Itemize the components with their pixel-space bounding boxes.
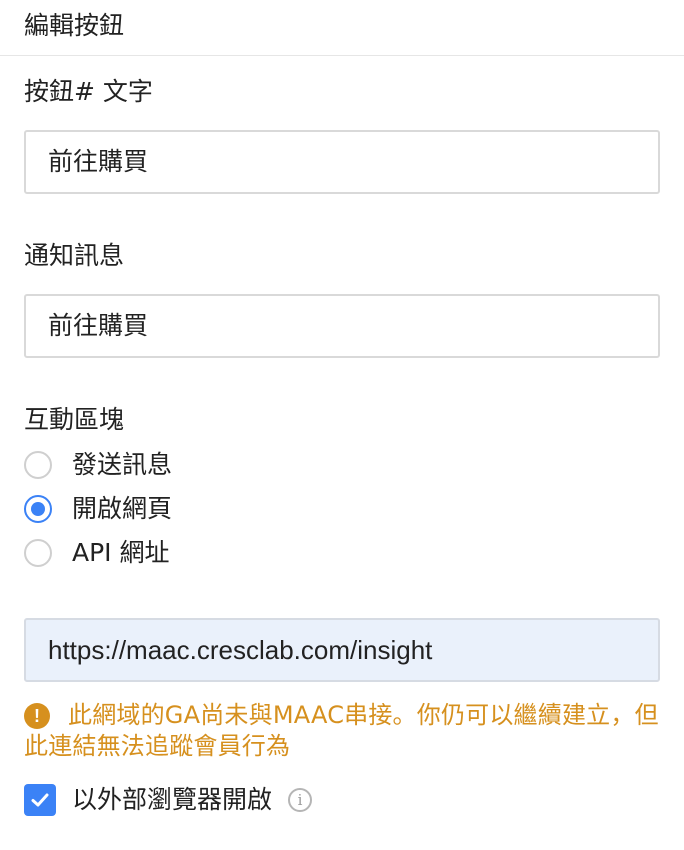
- radio-label: 開啟網頁: [72, 494, 173, 523]
- panel-title: 編輯按鈕: [24, 11, 125, 40]
- button-text-input[interactable]: 前往購買: [24, 130, 660, 194]
- info-icon[interactable]: i: [288, 788, 313, 812]
- radio-option-send-message[interactable]: 發送訊息: [24, 448, 172, 482]
- radio-label: 發送訊息: [72, 450, 173, 479]
- external-browser-label: 以外部瀏覽器開啟: [72, 785, 273, 814]
- exclamation-circle-icon: !: [24, 703, 50, 729]
- url-input[interactable]: https://maac.cresclab.com/insight: [24, 618, 660, 682]
- checkmark-icon: [31, 793, 49, 807]
- radio-button-selected[interactable]: [24, 495, 52, 523]
- panel-header: 編輯按鈕: [0, 0, 684, 56]
- radio-button[interactable]: [24, 451, 52, 479]
- ga-warning-message: ! 此網域的GA尚未與MAAC串接。你仍可以繼續建立，但此連結無法追蹤會員行為: [24, 700, 660, 762]
- button-text-label: 按鈕# 文字: [24, 77, 153, 106]
- notification-label: 通知訊息: [24, 241, 125, 270]
- radio-label: API 網址: [72, 538, 170, 567]
- radio-option-api-url[interactable]: API 網址: [24, 536, 170, 570]
- interaction-label: 互動區塊: [24, 405, 125, 434]
- warning-text: 此網域的GA尚未與MAAC串接。你仍可以繼續建立，但此連結無法追蹤會員行為: [24, 701, 659, 760]
- external-browser-option[interactable]: 以外部瀏覽器開啟 i: [24, 783, 313, 817]
- radio-option-open-webpage[interactable]: 開啟網頁: [24, 492, 172, 526]
- notification-input[interactable]: 前往購買: [24, 294, 660, 358]
- radio-button[interactable]: [24, 539, 52, 567]
- checkbox-checked[interactable]: [24, 784, 56, 816]
